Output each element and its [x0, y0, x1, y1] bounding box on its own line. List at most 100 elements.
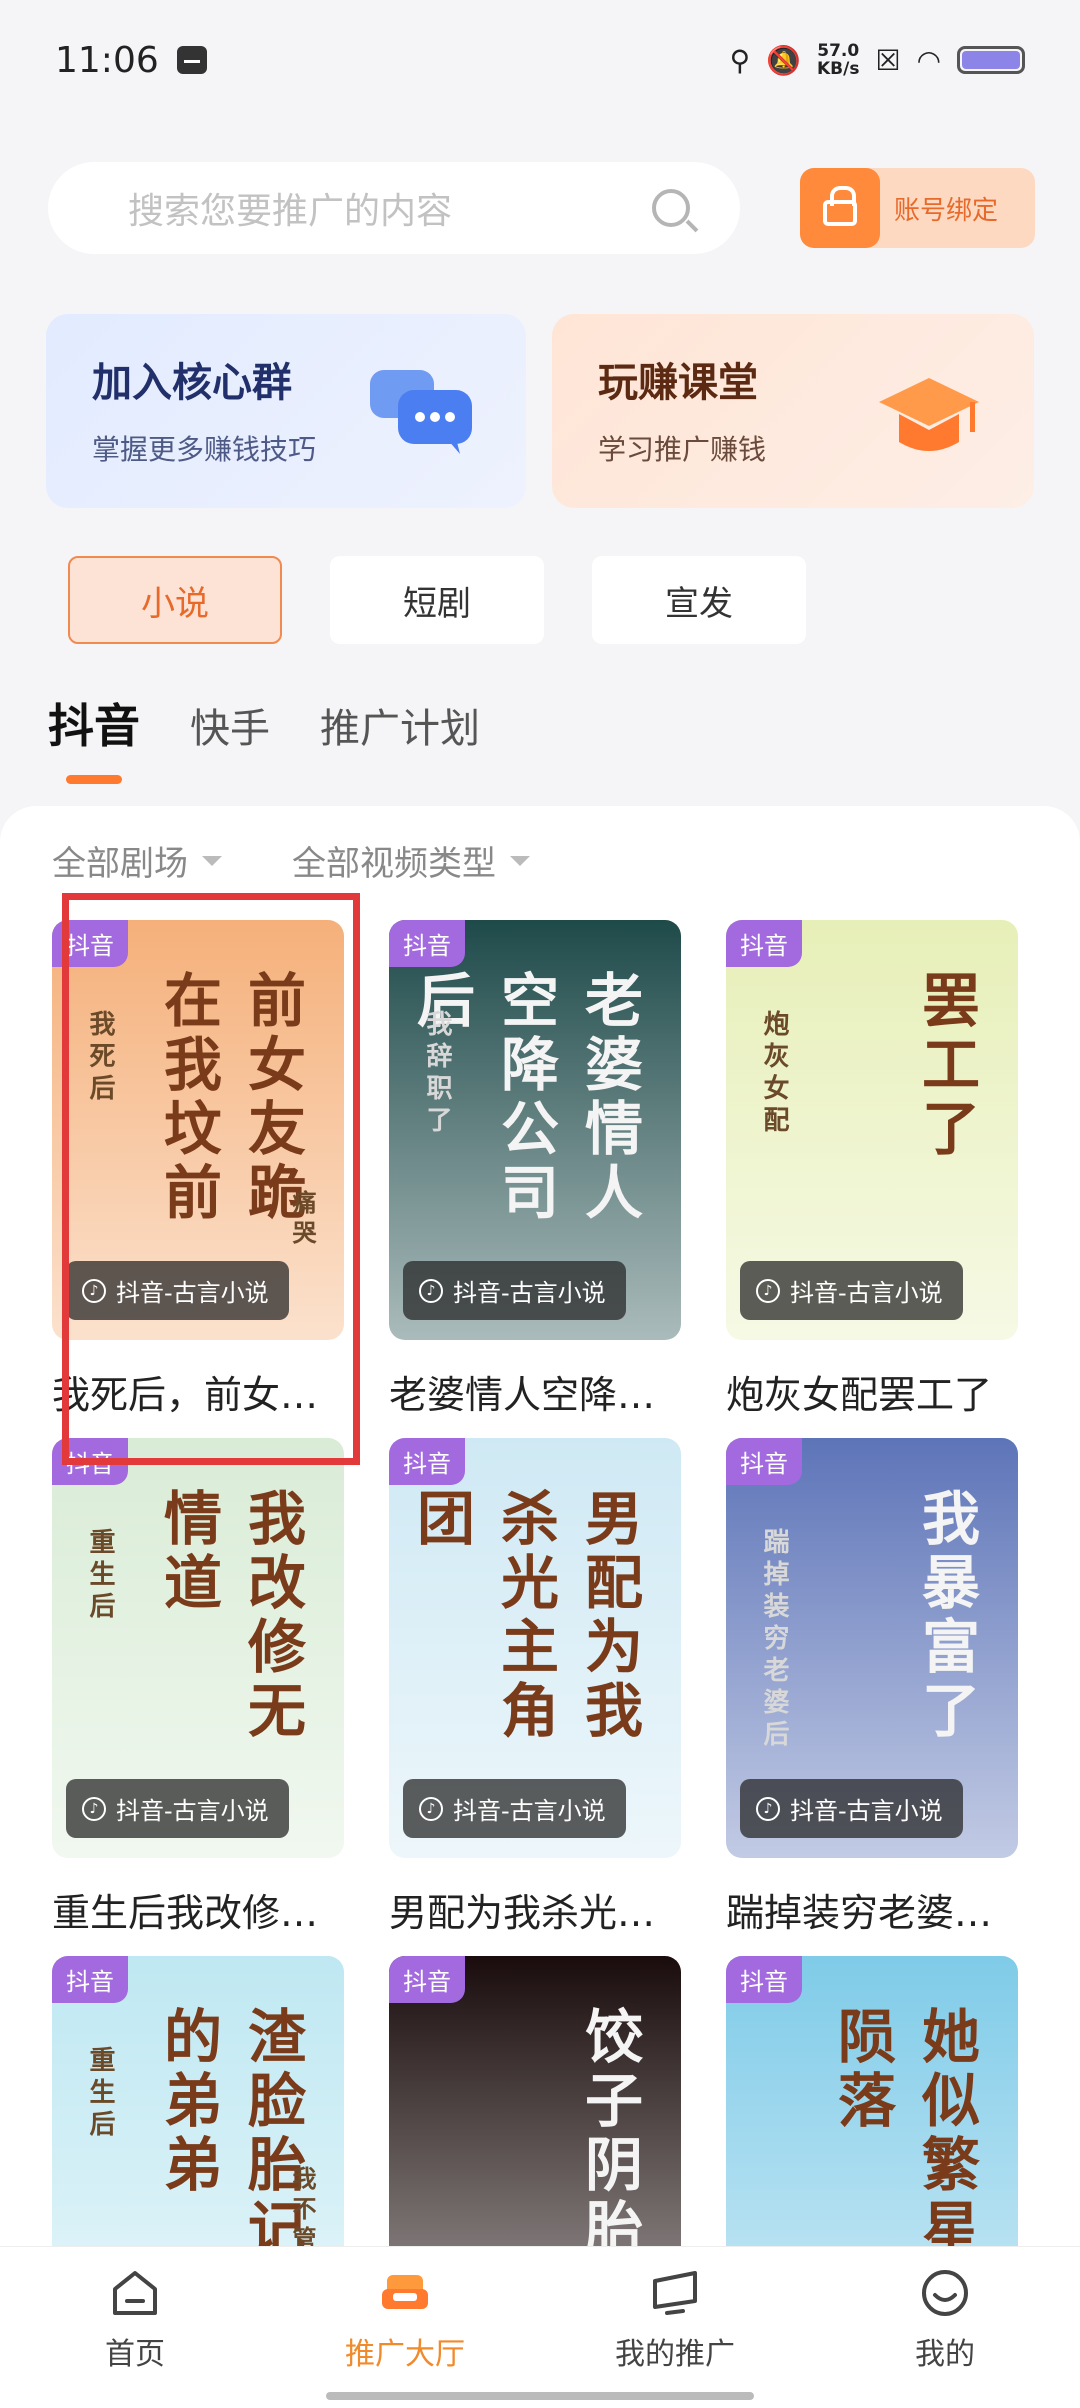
cover-title-text: 我改修无情道	[154, 1488, 306, 1744]
category-short-drama[interactable]: 短剧	[330, 556, 544, 644]
nav-home[interactable]: 首页	[0, 2247, 270, 2408]
chevron-down-icon	[202, 855, 222, 866]
video-type-filter-label: 全部视频类型	[292, 844, 496, 884]
clock: 11:06	[55, 39, 159, 81]
platform-tag: 抖音	[52, 920, 128, 967]
genre-tag: ♪ 抖音-古言小说	[66, 1779, 289, 1838]
category-novel[interactable]: 小说	[68, 556, 282, 644]
platform-tag: 抖音	[726, 920, 802, 967]
platform-tag: 抖音	[389, 1956, 465, 2003]
genre-tag: ♪ 抖音-古言小说	[403, 1779, 626, 1838]
tile-title[interactable]: 男配为我杀光…	[389, 1882, 681, 1937]
smile-icon	[922, 2270, 968, 2316]
book-cover[interactable]: 男配为我杀光主角团 抖音 ♪ 抖音-古言小说	[389, 1438, 681, 1858]
content-tile[interactable]: 前女友跪在我坟前 我死后 痛哭 抖音 ♪ 抖音-古言小说 我死后，前女…	[52, 920, 344, 1419]
book-cover[interactable]: 老婆情人空降公司后 我辞职了 抖音 ♪ 抖音-古言小说	[389, 920, 681, 1340]
platform-tag: 抖音	[726, 1438, 802, 1485]
search-input[interactable]: 搜索您要推广的内容	[48, 162, 740, 254]
platform-tag: 抖音	[52, 1438, 128, 1485]
nav-label: 我的推广	[615, 2337, 735, 2372]
account-bind-button[interactable]: 账号绑定	[800, 168, 1035, 248]
platform-tag: 抖音	[389, 1438, 465, 1485]
content-tile[interactable]: 我改修无情道 重生后 抖音 ♪ 抖音-古言小说重生后我改修…	[52, 1438, 344, 1937]
content-tile[interactable]: 罢工了 炮灰女配 抖音 ♪ 抖音-古言小说 炮灰女配罢工了	[726, 920, 1018, 1419]
tab-kuaishou[interactable]: 快手	[190, 696, 270, 754]
book-cover[interactable]: 我暴富了 踹掉装穷老婆后 抖音 ♪ 抖音-古言小说	[726, 1438, 1018, 1858]
genre-tag-label: 抖音-古言小说	[790, 1279, 943, 1307]
book-cover[interactable]: 我改修无情道 重生后 抖音 ♪ 抖音-古言小说	[52, 1438, 344, 1858]
cover-side-text: 重生后	[85, 1528, 115, 1624]
platform-tabs: 抖音 快手 推广计划	[48, 690, 480, 784]
status-left: 11:06	[55, 40, 207, 81]
tab-promotion-plan[interactable]: 推广计划	[320, 696, 480, 754]
sofa-icon	[382, 2275, 428, 2309]
course-card[interactable]: 玩赚课堂 学习推广赚钱	[552, 314, 1034, 508]
theater-filter[interactable]: 全部剧场	[52, 836, 222, 885]
search-icon[interactable]	[652, 189, 690, 227]
bottom-nav: 首页 推广大厅 我的推广 我的	[0, 2246, 1080, 2408]
genre-tag-label: 抖音-古言小说	[116, 1797, 269, 1825]
book-cover[interactable]: 罢工了 炮灰女配 抖音 ♪ 抖音-古言小说	[726, 920, 1018, 1340]
book-cover[interactable]: 前女友跪在我坟前 我死后 痛哭 抖音 ♪ 抖音-古言小说	[52, 920, 344, 1340]
music-note-icon: ♪	[82, 1278, 106, 1303]
nav-promotion-hall[interactable]: 推广大厅	[270, 2247, 540, 2408]
join-group-card[interactable]: 加入核心群 掌握更多赚钱技巧	[46, 314, 526, 508]
platform-tag: 抖音	[726, 1956, 802, 2003]
promotion-icon	[653, 2271, 697, 2315]
platform-tag: 抖音	[52, 1956, 128, 2003]
chat-bubble-icon	[370, 370, 472, 454]
home-icon	[113, 2271, 157, 2315]
cover-title-text: 罢工了	[912, 970, 980, 1162]
tile-title[interactable]: 踹掉装穷老婆…	[726, 1882, 1018, 1937]
tab-douyin[interactable]: 抖音	[48, 690, 140, 784]
genre-tag-label: 抖音-古言小说	[453, 1279, 606, 1307]
status-right: ⚲ 🔕 57.0 KB/s ☒ ◠	[730, 42, 1025, 78]
home-indicator	[326, 2392, 754, 2400]
tile-title[interactable]: 炮灰女配罢工了	[726, 1364, 1018, 1419]
platform-tag: 抖音	[389, 920, 465, 967]
nav-mine[interactable]: 我的	[810, 2247, 1080, 2408]
notification-icon	[176, 46, 207, 74]
cover-side-text: 踹掉装穷老婆后	[759, 1528, 789, 1752]
nav-label: 推广大厅	[345, 2337, 465, 2372]
music-note-icon: ♪	[756, 1278, 780, 1303]
tile-title[interactable]: 老婆情人空降…	[389, 1364, 681, 1419]
status-bar: 11:06 ⚲ 🔕 57.0 KB/s ☒ ◠	[0, 0, 1080, 120]
genre-tag-label: 抖音-古言小说	[453, 1797, 606, 1825]
tile-title[interactable]: 我死后，前女…	[52, 1364, 344, 1419]
location-icon: ⚲	[729, 43, 751, 77]
network-speed: 57.0 KB/s	[817, 42, 859, 78]
content-tile[interactable]: 我暴富了 踹掉装穷老婆后 抖音 ♪ 抖音-古言小说 踹掉装穷老婆…	[726, 1438, 1018, 1937]
category-promotion[interactable]: 宣发	[592, 556, 806, 644]
theater-filter-label: 全部剧场	[52, 844, 188, 884]
nav-my-promotion[interactable]: 我的推广	[540, 2247, 810, 2408]
account-bind-label: 账号绑定	[894, 195, 999, 226]
genre-tag: ♪ 抖音-古言小说	[740, 1261, 963, 1320]
genre-tag-label: 抖音-古言小说	[116, 1279, 269, 1307]
genre-tag: ♪ 抖音-古言小说	[403, 1261, 626, 1320]
sim-icon: ☒	[875, 43, 901, 77]
music-note-icon: ♪	[419, 1796, 443, 1821]
search-placeholder: 搜索您要推广的内容	[128, 191, 453, 232]
cover-side-text: 炮灰女配	[759, 1010, 789, 1138]
nav-label: 我的	[915, 2337, 975, 2372]
cover-side-text: 重生后	[85, 2046, 115, 2142]
battery-icon	[957, 46, 1025, 74]
cover-title-text: 我暴富了	[912, 1488, 980, 1744]
graduation-cap-icon	[879, 378, 979, 451]
genre-tag: ♪ 抖音-古言小说	[66, 1261, 289, 1320]
music-note-icon: ♪	[82, 1796, 106, 1821]
wifi-icon: ◠	[916, 43, 941, 77]
content-tile[interactable]: 男配为我杀光主角团 抖音 ♪ 抖音-古言小说 男配为我杀光…	[389, 1438, 681, 1937]
tile-title[interactable]: 重生后我改修…	[52, 1882, 344, 1937]
mute-icon: 🔕	[766, 43, 801, 77]
content-tile[interactable]: 老婆情人空降公司后 我辞职了 抖音 ♪ 抖音-古言小说 老婆情人空降…	[389, 920, 681, 1419]
video-type-filter[interactable]: 全部视频类型	[292, 836, 530, 885]
music-note-icon: ♪	[756, 1796, 780, 1821]
speed-unit: KB/s	[816, 59, 860, 79]
nav-label: 首页	[105, 2337, 165, 2372]
chevron-down-icon	[510, 855, 530, 866]
filter-row: 全部剧场 全部视频类型	[52, 836, 530, 885]
cover-side-text: 我辞职了	[422, 1010, 452, 1138]
cover-side-text: 我死后	[85, 1010, 115, 1106]
